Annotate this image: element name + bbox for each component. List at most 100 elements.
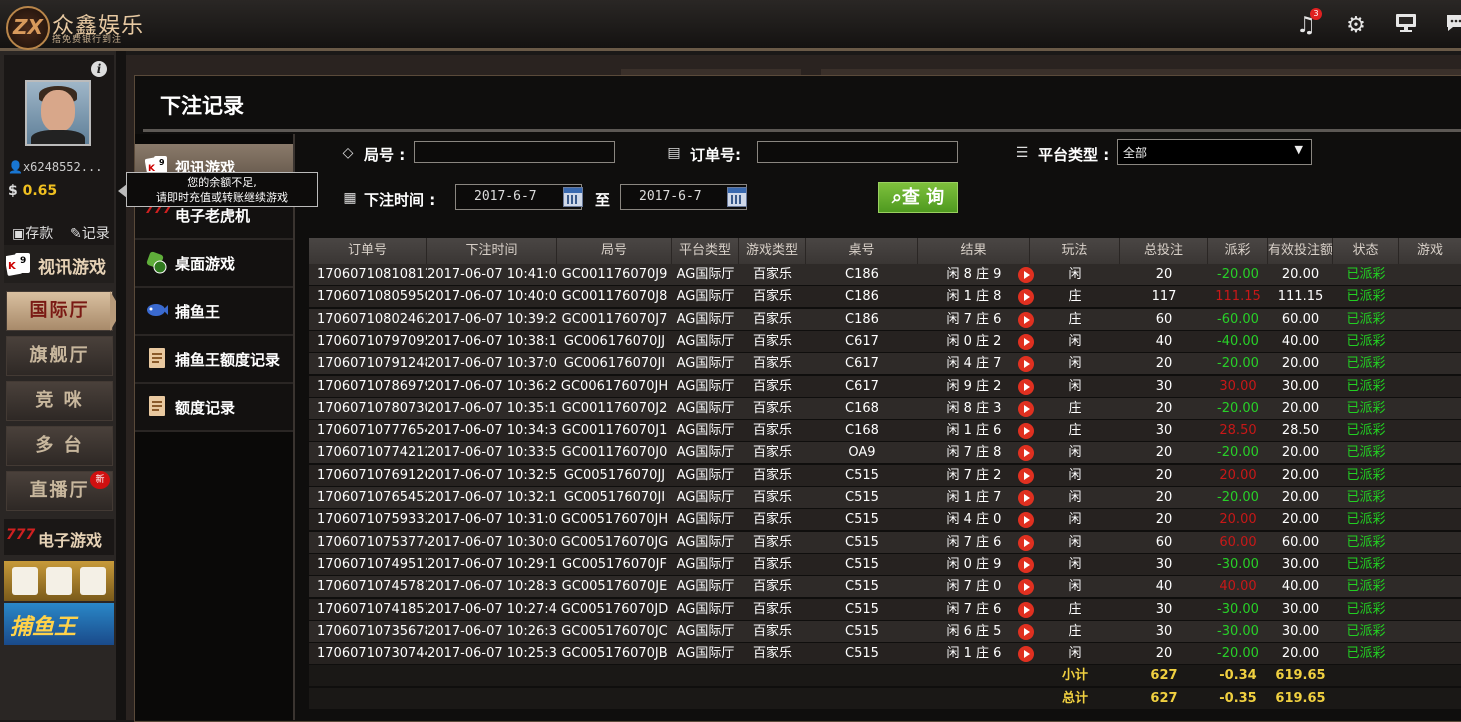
menu-item-fishing-credit-records[interactable]: 捕鱼王额度记录 [135, 336, 293, 384]
cell-bet-type: 闲 [1068, 445, 1082, 461]
cell-platform: AG国际厅 [676, 423, 735, 439]
cell-total-bet: 30 [1155, 423, 1173, 439]
cell-valid-bet: 20.00 [1281, 400, 1320, 416]
table-row[interactable]: 17060710765452 2017-06-07 10:32:1 GC005176… [309, 487, 1461, 509]
calendar-picker-icon[interactable] [727, 187, 747, 207]
table-row[interactable]: 17060710786979 2017-06-07 10:36:2 GC006176… [309, 375, 1461, 398]
table-row[interactable]: 17060710777654 2017-06-07 10:34:3 GC001176… [309, 420, 1461, 443]
cell-order-id: 17060710741851 [317, 601, 427, 617]
cell-order-id: 17060710749511 [317, 556, 427, 572]
monitor-icon[interactable] [1392, 12, 1420, 40]
hall-squeeze[interactable]: 竞 咪 [6, 381, 113, 421]
cell-bet-time: 2017-06-07 10:29:1 [427, 556, 557, 572]
query-button[interactable]: ⌕查 询 [878, 182, 958, 213]
table-row[interactable]: 17060710774212 2017-06-07 10:33:5 GC001176… [309, 442, 1461, 465]
gear-icon[interactable]: ⚙ [1342, 12, 1370, 40]
hall-multi-table[interactable]: 多 台 [6, 426, 113, 466]
round-input[interactable] [414, 141, 615, 163]
table-row[interactable]: 17060710810811 2017-06-07 10:41:0 GC001176… [309, 264, 1461, 286]
table-row[interactable]: 17060710802463 2017-06-07 10:39:2 GC001176… [309, 308, 1461, 331]
cell-bet-type: 闲 [1068, 556, 1082, 572]
cell-bet-type: 闲 [1068, 333, 1082, 349]
cell-valid-bet: 28.50 [1281, 423, 1320, 439]
username: 👤x6248552... [8, 160, 103, 174]
cell-bet-time: 2017-06-07 10:38:1 [427, 333, 557, 349]
info-icon[interactable]: i [91, 61, 107, 77]
cell-valid-bet: 20.00 [1281, 356, 1320, 372]
table-row[interactable]: 17060710769126 2017-06-07 10:32:5 GC005176… [309, 464, 1461, 487]
slot-machine-thumbnail[interactable] [4, 561, 114, 601]
table-row[interactable]: 17060710797095 2017-06-07 10:38:1 GC006176… [309, 330, 1461, 353]
cell-round-id: GC001176070J2 [561, 400, 668, 416]
music-icon[interactable]: ♫ 3 [1292, 8, 1322, 40]
cell-table-id: C515 [845, 490, 879, 505]
cell-game-type: 百家乐 [752, 601, 792, 617]
table-row[interactable]: 17060710791248 2017-06-07 10:37:0 GC006176… [309, 353, 1461, 376]
cell-total-bet: 30 [1155, 601, 1173, 617]
table-row[interactable]: 17060710753774 2017-06-07 10:30:0 GC005176… [309, 531, 1461, 554]
search-icon: ⌕ [891, 187, 902, 208]
cell-result: 闲 7 庄 0 [946, 579, 1002, 595]
cell-valid-bet: 40.00 [1281, 579, 1320, 595]
menu-item-credit-records[interactable]: 额度记录 [135, 384, 293, 432]
cell-table-id: C515 [845, 556, 879, 572]
cell-status: 已派彩 [1346, 490, 1386, 505]
cell-bet-time: 2017-06-07 10:25:3 [427, 646, 557, 662]
cell-total-bet: 20 [1155, 646, 1173, 662]
nav-live-games[interactable]: K9 视讯游戏 [4, 245, 114, 283]
table-row[interactable]: 17060710735678 2017-06-07 10:26:3 GC005176… [309, 620, 1461, 643]
hall-flagship[interactable]: 旗舰厅 [6, 336, 113, 376]
hall-international[interactable]: 国际厅 [6, 291, 113, 331]
table-row[interactable]: 17060710805950 2017-06-07 10:40:0 GC001176… [309, 286, 1461, 309]
table-row[interactable]: 17060710730744 2017-06-07 10:25:3 GC005176… [309, 643, 1461, 666]
cell-total-bet: 60 [1155, 311, 1173, 327]
slot-777-icon: 777 [6, 527, 36, 543]
deposit-button[interactable]: ▣存款 [12, 223, 53, 243]
records-button[interactable]: ✎记录 [70, 223, 110, 243]
cell-game-type: 百家乐 [752, 623, 792, 639]
logo-mark[interactable]: ZX [6, 6, 50, 50]
avatar[interactable] [25, 80, 91, 146]
cell-result: 闲 6 庄 5 [946, 623, 1002, 639]
svg-text:9: 9 [159, 158, 165, 167]
cell-order-id: 17060710730744 [317, 646, 427, 662]
cell-status: 已派彩 [1346, 378, 1386, 394]
nav-electronic-games[interactable]: 777 电子游戏 [4, 519, 114, 555]
cell-payout: 20.00 [1219, 512, 1257, 528]
table-row[interactable]: 17060710780730 2017-06-07 10:35:1 GC001176… [309, 397, 1461, 420]
cell-valid-bet: 20.00 [1281, 467, 1320, 483]
cell-bet-time: 2017-06-07 10:35:1 [427, 400, 557, 416]
column-header: 派彩 [1208, 238, 1268, 264]
cell-bet-type: 闲 [1068, 512, 1082, 528]
order-input[interactable] [757, 141, 958, 163]
table-row[interactable]: 17060710741851 2017-06-07 10:27:4 GC005176… [309, 598, 1461, 621]
cell-table-id: OA9 [848, 445, 876, 461]
cell-order-id: 17060710745781 [317, 579, 427, 595]
edit-icon: ✎ [70, 226, 82, 242]
table-row[interactable]: 17060710749511 2017-06-07 10:29:1 GC005176… [309, 553, 1461, 576]
platform-select[interactable]: 全部 ▼ [1117, 139, 1312, 165]
chat-icon[interactable] [1442, 12, 1461, 40]
cell-status: 已派彩 [1346, 289, 1386, 305]
menu-item-table-games[interactable]: 桌面游戏 [135, 240, 293, 288]
cell-game-type: 百家乐 [752, 646, 792, 662]
cell-platform: AG国际厅 [676, 356, 735, 372]
cell-result: 闲 4 庄 7 [946, 356, 1002, 372]
subtotal-row: 小计 627 -0.34 619.65 [309, 665, 1461, 688]
cell-round-id: GC005176070JH [560, 512, 669, 528]
cell-result: 闲 0 庄 9 [946, 556, 1002, 572]
cell-valid-bet: 20.00 [1281, 267, 1320, 282]
cell-table-id: C617 [845, 356, 879, 372]
cell-total-bet: 40 [1155, 579, 1173, 595]
menu-label: 桌面游戏 [175, 255, 236, 273]
cell-result: 闲 1 庄 6 [946, 423, 1002, 439]
menu-item-fishing[interactable]: 捕鱼王 [135, 288, 293, 336]
fishing-king-thumbnail[interactable]: 捕鱼王 [4, 603, 114, 645]
calendar-picker-icon[interactable] [563, 187, 583, 207]
total-label: 总计 [1061, 690, 1088, 706]
chevron-down-icon: ▼ [1294, 143, 1303, 156]
table-row[interactable]: 17060710759333 2017-06-07 10:31:0 GC005176… [309, 509, 1461, 532]
cell-game-type: 百家乐 [752, 556, 792, 572]
cell-bet-time: 2017-06-07 10:31:0 [427, 512, 557, 528]
table-row[interactable]: 17060710745781 2017-06-07 10:28:3 GC005176… [309, 576, 1461, 599]
